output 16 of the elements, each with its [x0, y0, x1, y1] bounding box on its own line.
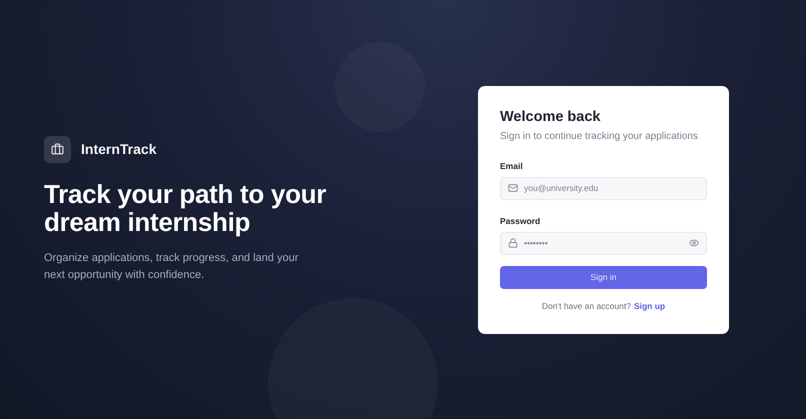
card-title: Welcome back: [500, 108, 602, 124]
email-field[interactable]: you@university.edu: [500, 176, 707, 200]
field-label: Password: [500, 216, 542, 226]
password-field[interactable]: ••••••••: [500, 232, 707, 254]
footer-text: Don't have an account?: [542, 300, 631, 310]
brand-name: InternTrack: [81, 141, 156, 157]
briefcase-icon: [44, 136, 71, 162]
sign-in-button[interactable]: Sign in: [500, 266, 707, 288]
eye-icon[interactable]: [689, 238, 699, 248]
hero-subtitle: Organize applications, track progress, and land your next opportunity with confidence.: [44, 250, 300, 282]
lock-icon: [508, 238, 518, 248]
card-subtitle: Sign in to continue tracking your applications: [500, 130, 699, 142]
field-label: Email: [500, 160, 524, 170]
sign-up-link[interactable]: Sign up: [634, 300, 666, 310]
hero-title: Track your path to your dream internship: [44, 180, 328, 236]
mail-icon: [508, 183, 518, 193]
